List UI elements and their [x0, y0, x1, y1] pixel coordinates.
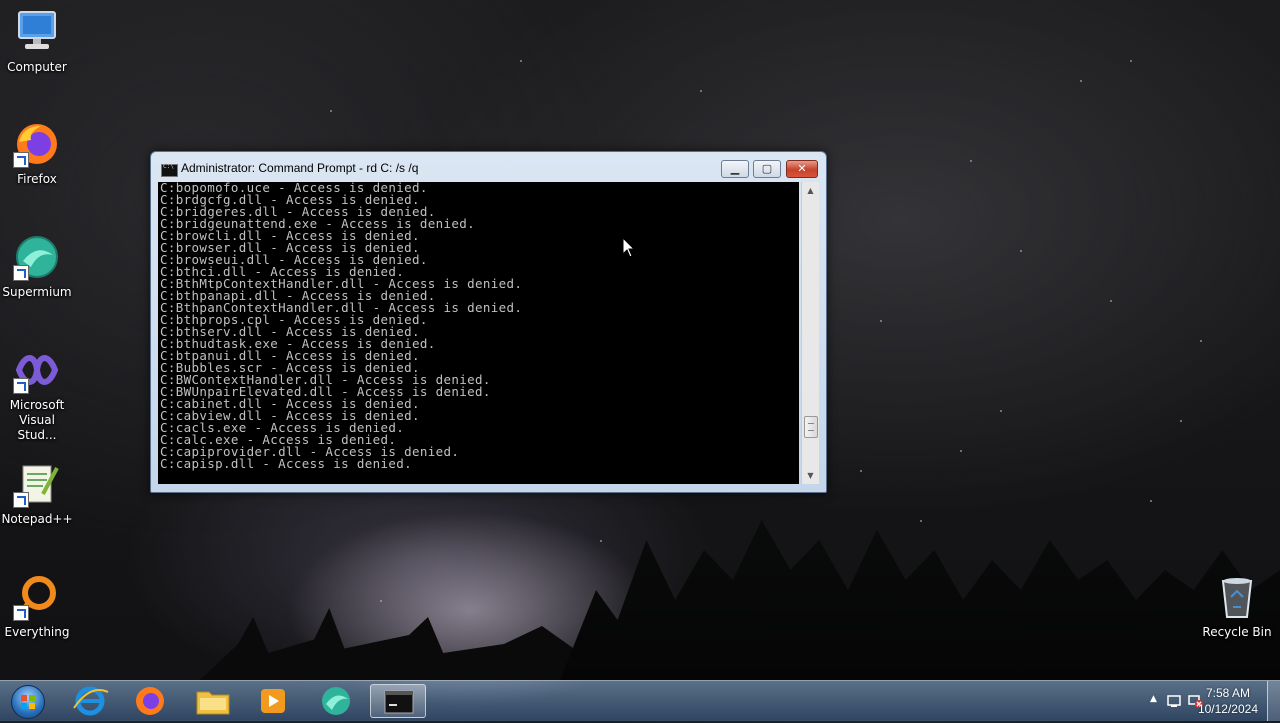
- clock-date: 10/12/2024: [1197, 702, 1258, 716]
- minimize-button[interactable]: ▁: [721, 160, 749, 178]
- taskbar-supermium[interactable]: [308, 684, 364, 718]
- taskbar-media-player[interactable]: [245, 684, 301, 718]
- window-title: Administrator: Command Prompt - rd C: /s…: [181, 161, 419, 175]
- system-tray: ▲ 7:58 AM 10/12/2024: [1100, 681, 1280, 721]
- close-button[interactable]: ✕: [786, 160, 818, 178]
- supermium-icon: [322, 687, 350, 715]
- taskbar-file-explorer[interactable]: [185, 684, 241, 718]
- taskbar-command-prompt[interactable]: [370, 684, 426, 718]
- scroll-thumb[interactable]: [804, 416, 818, 438]
- firefox-icon: [136, 687, 164, 715]
- minimize-icon: ▁: [730, 162, 740, 175]
- maximize-icon: ▢: [761, 162, 773, 175]
- wallpaper-trees-left: [200, 608, 580, 680]
- taskbar-internet-explorer[interactable]: [62, 684, 118, 718]
- shortcut-arrow-icon: [13, 492, 29, 508]
- command-prompt-window[interactable]: Administrator: Command Prompt - rd C: /s…: [150, 151, 827, 493]
- window-titlebar[interactable]: Administrator: Command Prompt - rd C: /s…: [151, 152, 826, 182]
- windows-logo-icon: [11, 685, 45, 719]
- action-center-icon[interactable]: [1166, 693, 1182, 709]
- clock-time: 7:58 AM: [1205, 686, 1250, 700]
- desktop-icon-everything[interactable]: Everything: [0, 573, 74, 640]
- vertical-scrollbar[interactable]: ▲ ▼: [801, 182, 819, 484]
- firefox-icon: [13, 120, 61, 168]
- show-hidden-icons-icon[interactable]: ▲: [1150, 694, 1157, 704]
- show-desktop-button[interactable]: [1267, 681, 1280, 721]
- clock[interactable]: 7:58 AM 10/12/2024: [1198, 685, 1258, 717]
- shortcut-arrow-icon: [13, 265, 29, 281]
- command-prompt-icon: [384, 690, 414, 714]
- taskbar: ▲ 7:58 AM 10/12/2024: [0, 680, 1280, 721]
- console-line: C:capisp.dll - Access is denied.: [160, 456, 413, 471]
- shortcut-arrow-icon: [13, 605, 29, 621]
- close-icon: ✕: [797, 162, 807, 175]
- internet-explorer-icon: [73, 686, 109, 716]
- desktop-icon-label: Computer: [7, 60, 67, 74]
- desktop-icon-label: Everything: [4, 625, 70, 639]
- shortcut-arrow-icon: [13, 152, 29, 168]
- supermium-icon: [13, 233, 61, 281]
- desktop-icon-supermium[interactable]: Supermium: [0, 233, 74, 300]
- visual-studio-icon: [13, 346, 61, 394]
- desktop-icon-label: Firefox: [17, 172, 57, 186]
- desktop-icon-notepad-plus-plus[interactable]: Notepad++: [0, 460, 74, 527]
- shortcut-arrow-icon: [13, 378, 29, 394]
- desktop-icon-label: Notepad++: [1, 512, 73, 526]
- recycle-bin-icon: [1213, 573, 1261, 621]
- command-prompt-icon: [161, 163, 178, 177]
- desktop-icon-computer[interactable]: Computer: [0, 8, 74, 75]
- taskbar-firefox[interactable]: [122, 684, 178, 718]
- media-player-icon: [261, 689, 285, 713]
- desktop-icon-visual-studio[interactable]: Microsoft Visual Stud...: [0, 346, 74, 443]
- folder-icon: [196, 691, 230, 715]
- notepad-plus-plus-icon: [13, 460, 61, 508]
- desktop-icon-label: Supermium: [2, 285, 72, 299]
- maximize-button[interactable]: ▢: [753, 160, 781, 178]
- scroll-down-icon[interactable]: ▼: [802, 467, 819, 484]
- console-output[interactable]: C:bopomofo.uce - Access is denied. C:brd…: [158, 182, 799, 484]
- scroll-up-icon[interactable]: ▲: [802, 182, 819, 199]
- wallpaper-trees: [560, 520, 1280, 680]
- start-button[interactable]: [4, 683, 50, 719]
- computer-icon: [13, 8, 61, 56]
- desktop-icon-recycle-bin[interactable]: Recycle Bin: [1200, 573, 1274, 640]
- desktop-icon-firefox[interactable]: Firefox: [0, 120, 74, 187]
- everything-icon: [13, 573, 61, 621]
- desktop-icon-label: Microsoft Visual Stud...: [9, 398, 65, 442]
- desktop-icon-label: Recycle Bin: [1202, 625, 1272, 639]
